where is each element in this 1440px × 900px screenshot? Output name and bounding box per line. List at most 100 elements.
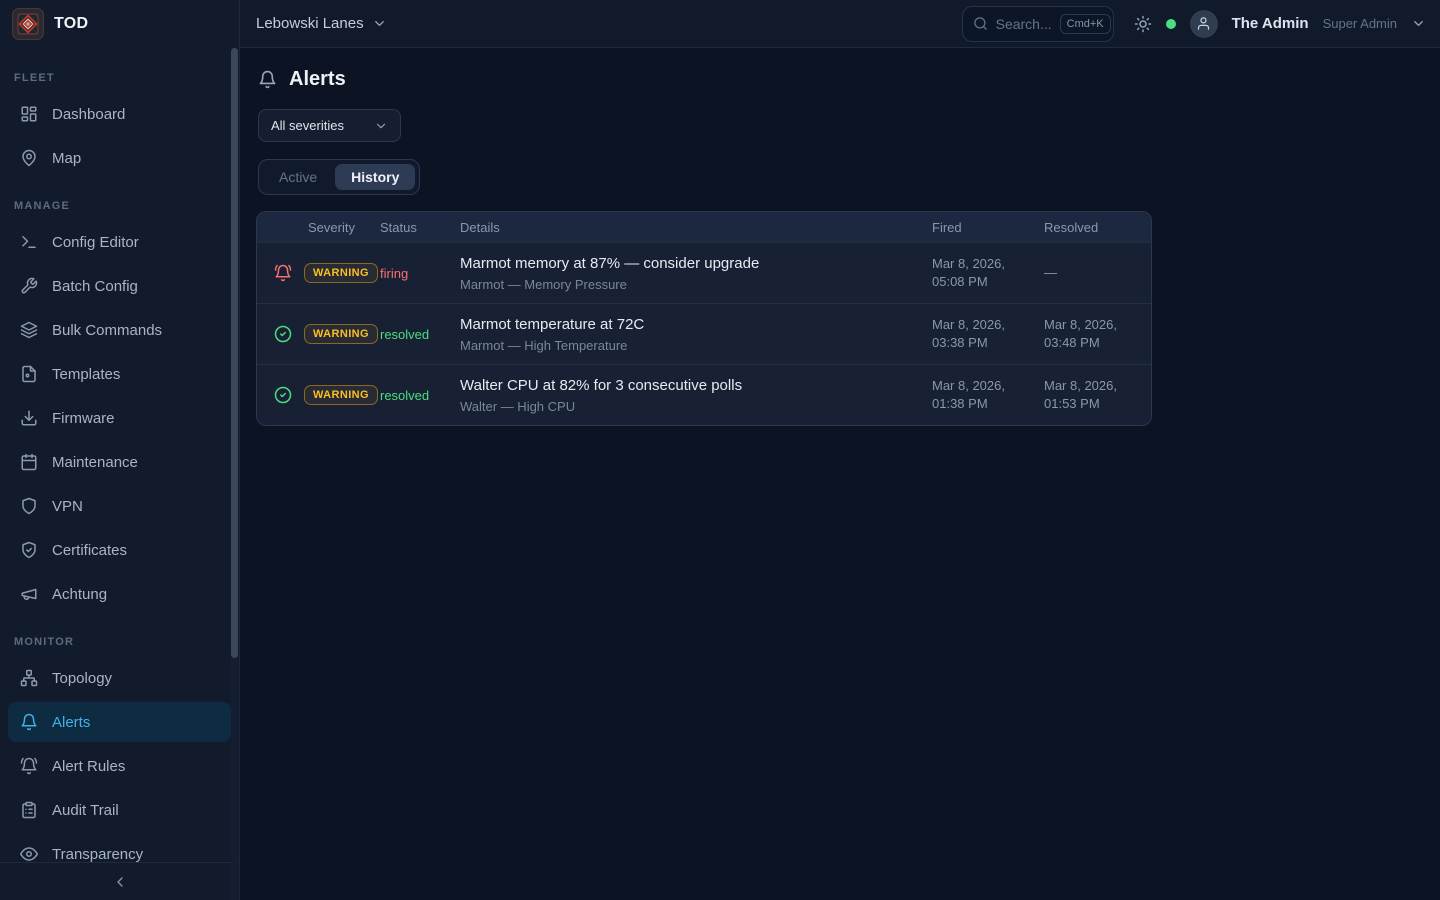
sidebar-item-maintenance[interactable]: Maintenance — [8, 442, 231, 482]
eye-icon — [20, 845, 38, 862]
fired-timestamp: Mar 8, 2026, 05:08 PM — [932, 255, 1044, 290]
sidebar-item-batch-config[interactable]: Batch Config — [8, 266, 231, 306]
status-text: firing — [380, 266, 454, 281]
map-pin-icon — [20, 149, 38, 167]
column-header-severity: Severity — [257, 220, 380, 235]
sidebar-item-label: Templates — [52, 366, 120, 383]
sidebar: TOD FLEET Dashboard Map MANAGE Config Ed… — [0, 0, 240, 900]
sidebar-item-topology[interactable]: Topology — [8, 658, 231, 698]
sidebar-item-label: Achtung — [52, 586, 107, 603]
alert-subtitle: Walter — High CPU — [460, 399, 924, 414]
resolved-timestamp: Mar 8, 2026, 03:48 PM — [1044, 316, 1151, 351]
bell-ring-icon — [274, 264, 292, 282]
topbar-right: Search... Cmd+K The Admin Super Admin — [962, 6, 1426, 42]
sidebar-item-bulk-commands[interactable]: Bulk Commands — [8, 310, 231, 350]
table-row[interactable]: WARNING firing Marmot memory at 87% — co… — [257, 242, 1151, 303]
sidebar-scrollbar-thumb[interactable] — [231, 48, 238, 658]
alert-subtitle: Marmot — Memory Pressure — [460, 277, 924, 292]
network-icon — [20, 669, 38, 687]
tab-history[interactable]: History — [335, 164, 415, 190]
column-header-details: Details — [454, 220, 932, 235]
details-cell: Marmot temperature at 72C Marmot — High … — [454, 306, 932, 363]
clipboard-list-icon — [20, 801, 38, 819]
chevron-down-icon[interactable] — [1411, 16, 1426, 31]
org-name: Lebowski Lanes — [256, 15, 364, 32]
avatar[interactable] — [1190, 10, 1218, 38]
alert-title: Walter CPU at 82% for 3 consecutive poll… — [460, 377, 924, 394]
app-logo — [12, 8, 44, 40]
sidebar-item-label: Firmware — [52, 410, 115, 427]
column-header-fired: Fired — [932, 220, 1044, 235]
connection-status-dot — [1166, 19, 1176, 29]
terminal-icon — [20, 233, 38, 251]
section-label-monitor: MONITOR — [0, 636, 239, 648]
alert-subtitle: Marmot — High Temperature — [460, 338, 924, 353]
user-icon — [1196, 16, 1211, 31]
sidebar-collapse-button[interactable] — [0, 862, 239, 900]
sidebar-item-label: Alerts — [52, 714, 90, 731]
section-label-fleet: FLEET — [0, 72, 239, 84]
sidebar-item-vpn[interactable]: VPN — [8, 486, 231, 526]
user-role-badge: Super Admin — [1323, 16, 1397, 31]
sidebar-item-alerts[interactable]: Alerts — [8, 702, 231, 742]
sidebar-item-templates[interactable]: Templates — [8, 354, 231, 394]
column-header-status: Status — [380, 220, 454, 235]
sidebar-item-label: Audit Trail — [52, 802, 119, 819]
sidebar-item-label: Config Editor — [52, 234, 139, 251]
diamond-logo-icon — [16, 12, 40, 36]
user-name: The Admin — [1232, 15, 1309, 32]
sidebar-item-label: Batch Config — [52, 278, 138, 295]
sidebar-item-alert-rules[interactable]: Alert Rules — [8, 746, 231, 786]
sidebar-item-certificates[interactable]: Certificates — [8, 530, 231, 570]
sidebar-item-label: Dashboard — [52, 106, 125, 123]
sidebar-item-label: Alert Rules — [52, 758, 125, 775]
sidebar-item-label: Map — [52, 150, 81, 167]
alerts-view-tabs: Active History — [258, 159, 420, 195]
severity-badge: WARNING — [304, 324, 378, 344]
alert-title: Marmot memory at 87% — consider upgrade — [460, 255, 924, 272]
sun-icon[interactable] — [1134, 15, 1152, 33]
sidebar-item-dashboard[interactable]: Dashboard — [8, 94, 231, 134]
resolved-timestamp: — — [1044, 264, 1151, 282]
search-placeholder: Search... — [996, 16, 1052, 32]
org-switcher[interactable]: Lebowski Lanes — [256, 15, 387, 32]
severity-filter-value: All severities — [271, 118, 344, 133]
alerts-table: Severity Status Details Fired Resolved W… — [256, 211, 1152, 426]
calendar-icon — [20, 453, 38, 471]
severity-cell: WARNING — [257, 324, 380, 344]
check-circle-icon — [274, 325, 292, 343]
layers-icon — [20, 321, 38, 339]
sidebar-item-label: Certificates — [52, 542, 127, 559]
brand-header: TOD — [0, 0, 239, 48]
sidebar-item-label: Maintenance — [52, 454, 138, 471]
chevron-left-icon — [112, 874, 128, 890]
chevron-down-icon — [372, 16, 387, 31]
dashboard-icon — [20, 105, 38, 123]
severity-cell: WARNING — [257, 385, 380, 405]
bell-ring-icon — [20, 757, 38, 775]
download-icon — [20, 409, 38, 427]
details-cell: Marmot memory at 87% — consider upgrade … — [454, 245, 932, 302]
table-row[interactable]: WARNING resolved Walter CPU at 82% for 3… — [257, 364, 1151, 425]
severity-badge: WARNING — [304, 385, 378, 405]
table-header-row: Severity Status Details Fired Resolved — [257, 212, 1151, 242]
chevron-down-icon — [374, 119, 388, 133]
tab-active[interactable]: Active — [263, 164, 333, 190]
severity-filter-select[interactable]: All severities — [258, 109, 401, 142]
table-row[interactable]: WARNING resolved Marmot temperature at 7… — [257, 303, 1151, 364]
severity-cell: WARNING — [257, 263, 380, 283]
search-input[interactable]: Search... Cmd+K — [962, 6, 1114, 42]
sidebar-item-map[interactable]: Map — [8, 138, 231, 178]
sidebar-scrollbar-track[interactable] — [231, 48, 238, 900]
sidebar-item-transparency[interactable]: Transparency — [8, 834, 231, 862]
sidebar-item-achtung[interactable]: Achtung — [8, 574, 231, 614]
sidebar-item-label: Topology — [52, 670, 112, 687]
check-circle-icon — [274, 386, 292, 404]
fired-timestamp: Mar 8, 2026, 01:38 PM — [932, 377, 1044, 412]
sidebar-item-firmware[interactable]: Firmware — [8, 398, 231, 438]
sidebar-item-config-editor[interactable]: Config Editor — [8, 222, 231, 262]
file-icon — [20, 365, 38, 383]
sidebar-item-audit-trail[interactable]: Audit Trail — [8, 790, 231, 830]
wrench-icon — [20, 277, 38, 295]
status-text: resolved — [380, 388, 454, 403]
